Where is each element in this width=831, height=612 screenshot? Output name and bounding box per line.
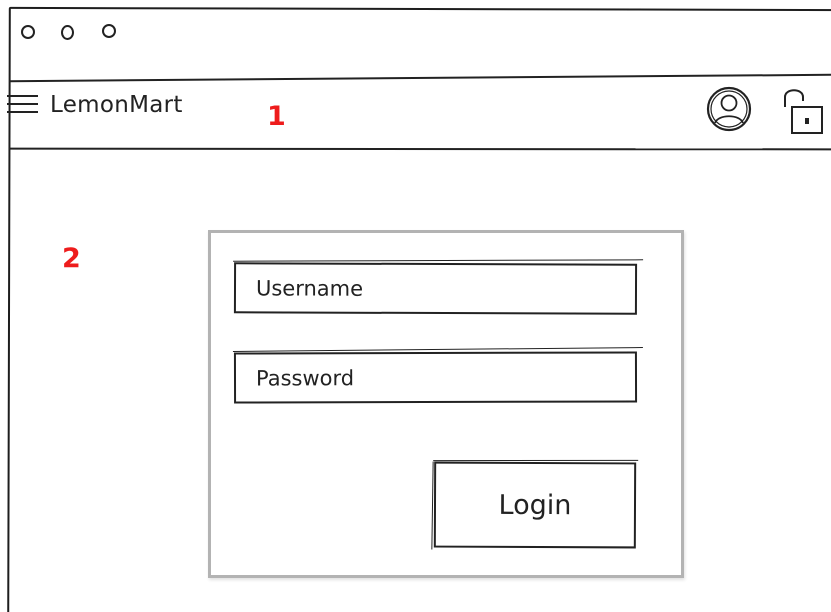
hamburger-menu-icon[interactable]	[7, 95, 40, 115]
annotation-marker-1: 1	[267, 101, 286, 132]
password-input[interactable]	[235, 353, 636, 402]
window-close-icon[interactable]	[21, 25, 35, 39]
login-button[interactable]: Login	[431, 459, 639, 550]
annotation-marker-2: 2	[62, 243, 81, 274]
login-button-label: Login	[498, 489, 572, 521]
username-input[interactable]	[235, 264, 636, 313]
window-maximize-icon[interactable]	[102, 24, 116, 38]
window-minimize-icon[interactable]	[61, 25, 74, 40]
username-field	[233, 259, 644, 315]
sketch-line	[431, 461, 434, 550]
password-field	[232, 347, 643, 404]
app-toolbar: LemonMart	[0, 72, 831, 142]
window-titlebar	[0, 0, 831, 72]
unlock-icon[interactable]	[771, 85, 823, 137]
app-title: LemonMart	[50, 92, 183, 118]
sketch-line	[433, 459, 639, 462]
user-avatar-icon[interactable]	[705, 85, 753, 133]
